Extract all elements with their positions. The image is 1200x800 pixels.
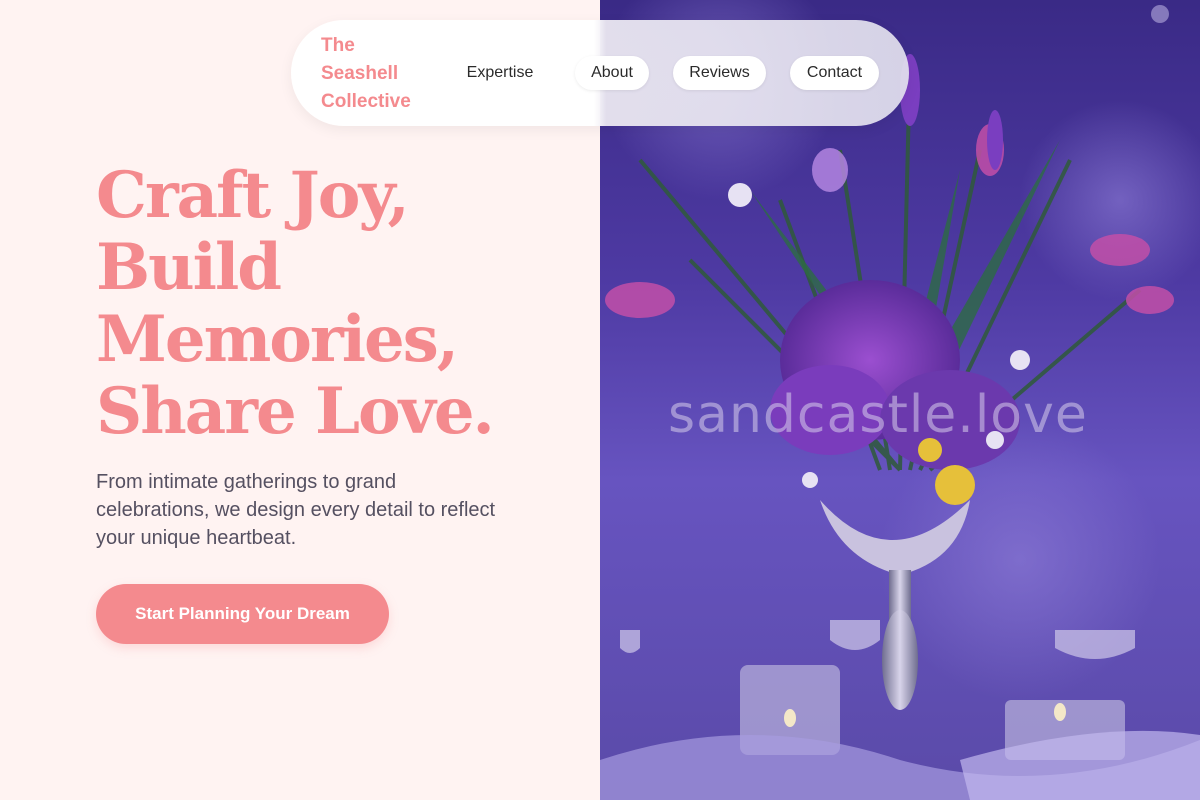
nav-link-about[interactable]: About	[575, 56, 649, 90]
start-planning-button[interactable]: Start Planning Your Dream	[96, 584, 389, 644]
nav-link-reviews[interactable]: Reviews	[673, 56, 766, 90]
headline-line-2: Build	[96, 230, 282, 305]
hero-subtext: From intimate gatherings to grand celebr…	[96, 471, 496, 549]
headline-line-3: Memories,	[96, 302, 459, 377]
headline-line-1: Craft Joy,	[96, 158, 410, 233]
hero-headline: Craft Joy, Build Memories, Share Love.	[96, 160, 576, 448]
watermark-text: sandcastle.love	[668, 385, 1088, 445]
nav-link-expertise[interactable]: Expertise	[450, 56, 550, 90]
nav-link-contact[interactable]: Contact	[790, 56, 879, 90]
brand-logo-text[interactable]: The Seashell Collective	[321, 32, 431, 116]
headline-line-4: Share Love.	[96, 374, 495, 449]
